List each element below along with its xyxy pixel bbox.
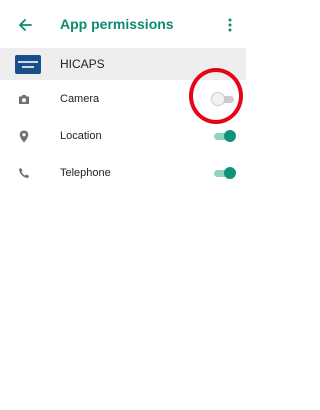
camera-toggle[interactable] [212, 93, 236, 105]
location-pin-icon [16, 128, 32, 144]
permission-label: Camera [60, 93, 100, 105]
more-vert-icon [228, 18, 232, 32]
hicaps-app-icon [15, 55, 41, 74]
app-header: HICAPS [0, 48, 246, 80]
arrow-back-icon [19, 19, 32, 31]
camera-icon [16, 91, 32, 107]
back-button[interactable] [14, 14, 36, 36]
overflow-menu-button[interactable] [222, 14, 238, 36]
phone-icon [16, 165, 32, 181]
permission-row-telephone[interactable]: Telephone [0, 154, 246, 192]
permission-label: Location [60, 130, 102, 142]
permission-row-location[interactable]: Location [0, 117, 246, 155]
page-title: App permissions [60, 16, 174, 32]
location-toggle[interactable] [212, 130, 236, 142]
telephone-toggle[interactable] [212, 167, 236, 179]
permission-row-camera[interactable]: Camera [0, 80, 246, 118]
app-name: HICAPS [60, 57, 105, 71]
app-bar: App permissions [0, 0, 246, 48]
permission-label: Telephone [60, 167, 111, 179]
